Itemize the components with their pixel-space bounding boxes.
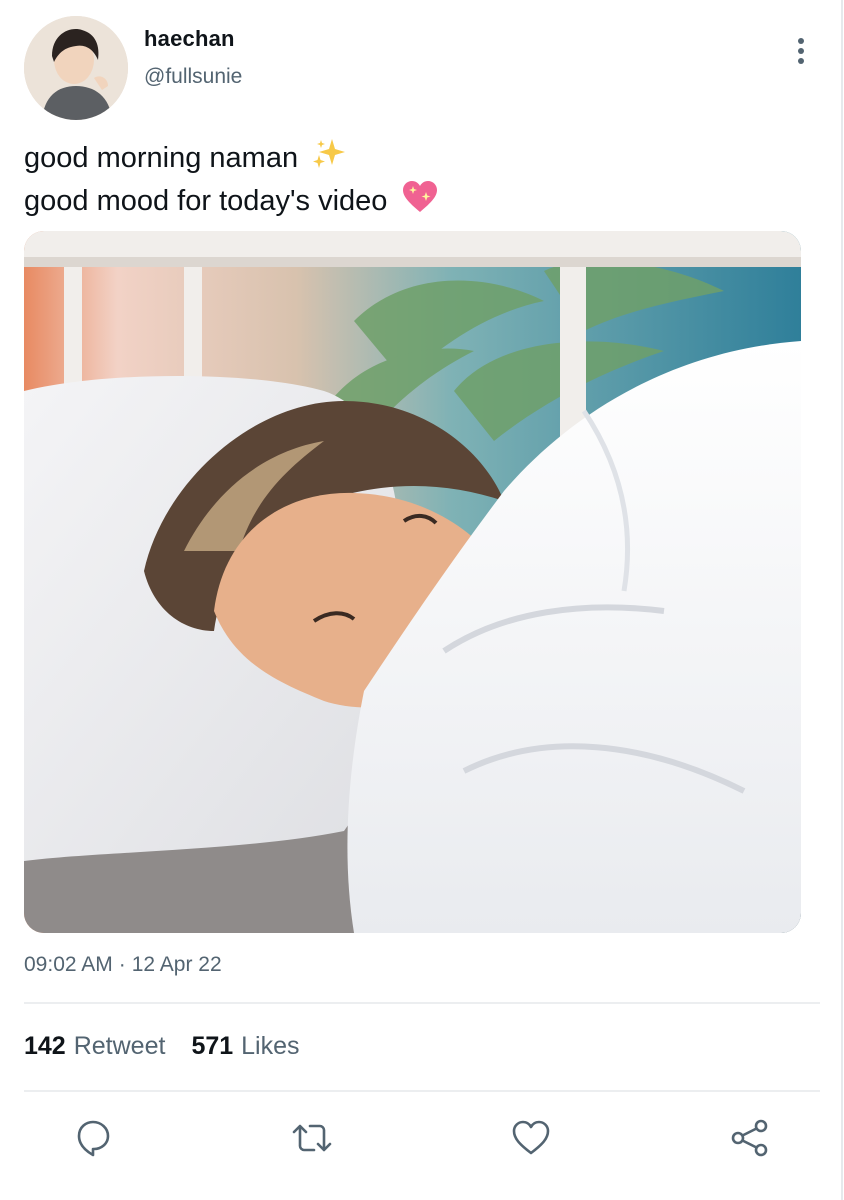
divider-bottom (24, 1090, 820, 1092)
avatar-image (24, 16, 128, 120)
tweet-line-1: good morning naman (24, 142, 299, 174)
likes-count: 571 (191, 1032, 234, 1060)
tweet-date: 12 Apr 22 (131, 953, 222, 976)
sparkling-heart-icon (402, 180, 438, 223)
likes-stat[interactable]: 571 Likes (191, 1032, 299, 1061)
timestamp-separator: · (118, 953, 126, 976)
more-options-icon[interactable] (790, 36, 814, 66)
sparkles-icon (312, 137, 346, 180)
tweet-stats: 142 Retweet 571 Likes (24, 1032, 326, 1061)
avatar[interactable] (24, 16, 128, 120)
retweet-count: 142 (24, 1032, 66, 1060)
user-handle[interactable]: @fullsunie (144, 65, 242, 89)
photo-image (24, 231, 801, 933)
display-name[interactable]: haechan (144, 26, 235, 52)
retweet-icon[interactable] (290, 1116, 334, 1160)
tweet-time: 09:02 AM (24, 953, 113, 976)
tweet-card: haechan @fullsunie good morning naman go… (0, 0, 843, 1200)
likes-label: Likes (241, 1032, 300, 1060)
tweet-text: good morning naman good mood for today's… (24, 137, 438, 223)
reply-icon[interactable] (71, 1116, 115, 1160)
retweet-stat[interactable]: 142 Retweet (24, 1032, 165, 1061)
tweet-timestamp[interactable]: 09:02 AM · 12 Apr 22 (24, 953, 222, 977)
divider-top (24, 1002, 820, 1004)
share-icon[interactable] (728, 1116, 772, 1160)
tweet-line-2: good mood for today's video (24, 185, 388, 217)
retweet-label: Retweet (73, 1032, 166, 1060)
tweet-photo[interactable] (24, 231, 801, 933)
like-icon[interactable] (509, 1116, 553, 1160)
